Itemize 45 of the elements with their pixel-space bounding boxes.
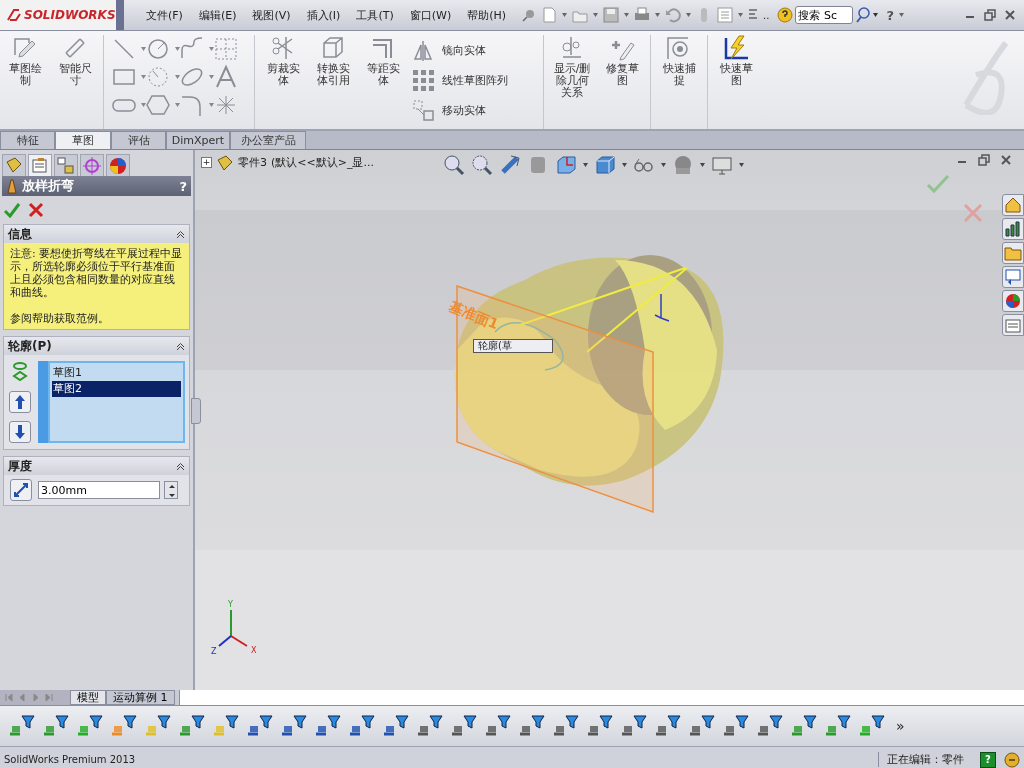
message-text: 参阅帮助获取范例。 — [10, 312, 110, 325]
tooltip: 轮廓(草 — [473, 339, 553, 353]
logo-text: SOLIDWORKS — [24, 8, 116, 22]
tab[interactable]: 办公室产品 — [230, 131, 306, 149]
tab[interactable]: 评估 — [111, 131, 166, 149]
tab[interactable]: DimXpert — [166, 131, 230, 149]
configuration-text: (默认<<默认>_显... — [271, 154, 374, 170]
more-tools-button[interactable]: .. — [763, 9, 770, 21]
status-text: SolidWorks Premium 2013 — [4, 754, 136, 765]
menu-item[interactable]: 文件(F) — [138, 7, 191, 23]
menu-item[interactable]: 窗口(W) — [401, 7, 460, 23]
tab[interactable]: 草图 — [55, 131, 111, 149]
message-text: 注意: 要想使折弯线在平展过程中显示，所选轮廓必须位于平行基准面上且必须包含相同数量的对应直线和曲线。 — [10, 247, 183, 299]
more-button[interactable]: » — [892, 718, 909, 734]
menu-item[interactable]: 帮助(H) — [459, 7, 515, 23]
status-text: 正在编辑：零件 — [878, 752, 972, 767]
list-item[interactable]: 草图1 — [52, 365, 181, 381]
menu-item[interactable]: 编辑(E) — [190, 7, 245, 23]
list-item[interactable]: 草图2 — [52, 381, 181, 397]
section-header[interactable]: 厚度 — [4, 457, 189, 475]
panel-title: 放样折弯 — [22, 177, 74, 195]
expand-toggle[interactable]: + — [201, 156, 212, 168]
profile-list[interactable]: 草图1 草图2 — [48, 361, 185, 443]
section-title: 厚度 — [8, 457, 32, 475]
axis-label: X — [251, 646, 257, 655]
search-field[interactable]: 搜索 Sc — [795, 6, 854, 24]
help-button[interactable]: ? — [980, 751, 996, 768]
menu-item[interactable]: 工具(T) — [348, 7, 402, 23]
number-field[interactable]: 3.00mm — [38, 481, 160, 499]
tab[interactable]: 运动算例 1 — [106, 690, 175, 705]
menu-item[interactable]: 视图(V) — [244, 7, 299, 23]
axis-label: Y — [228, 600, 233, 609]
section-title: 轮廓(P) — [8, 337, 52, 355]
section-header[interactable]: 信息 — [4, 225, 189, 243]
tab[interactable]: 模型 — [70, 690, 106, 705]
help-button[interactable]: ? — [886, 7, 894, 23]
menu-item[interactable]: 插入(I) — [298, 7, 349, 23]
axis-label: Z — [211, 647, 217, 656]
tab[interactable]: 特征 — [0, 131, 55, 149]
ribbon-button[interactable]: 快速草图 — [711, 35, 761, 129]
section-header[interactable]: 轮廓(P) — [4, 337, 189, 355]
tree-item[interactable]: 零件3 — [238, 154, 267, 170]
plane-label: 基准面1 — [446, 298, 501, 335]
section-title: 信息 — [8, 225, 32, 243]
help-button[interactable]: ? — [179, 178, 187, 194]
